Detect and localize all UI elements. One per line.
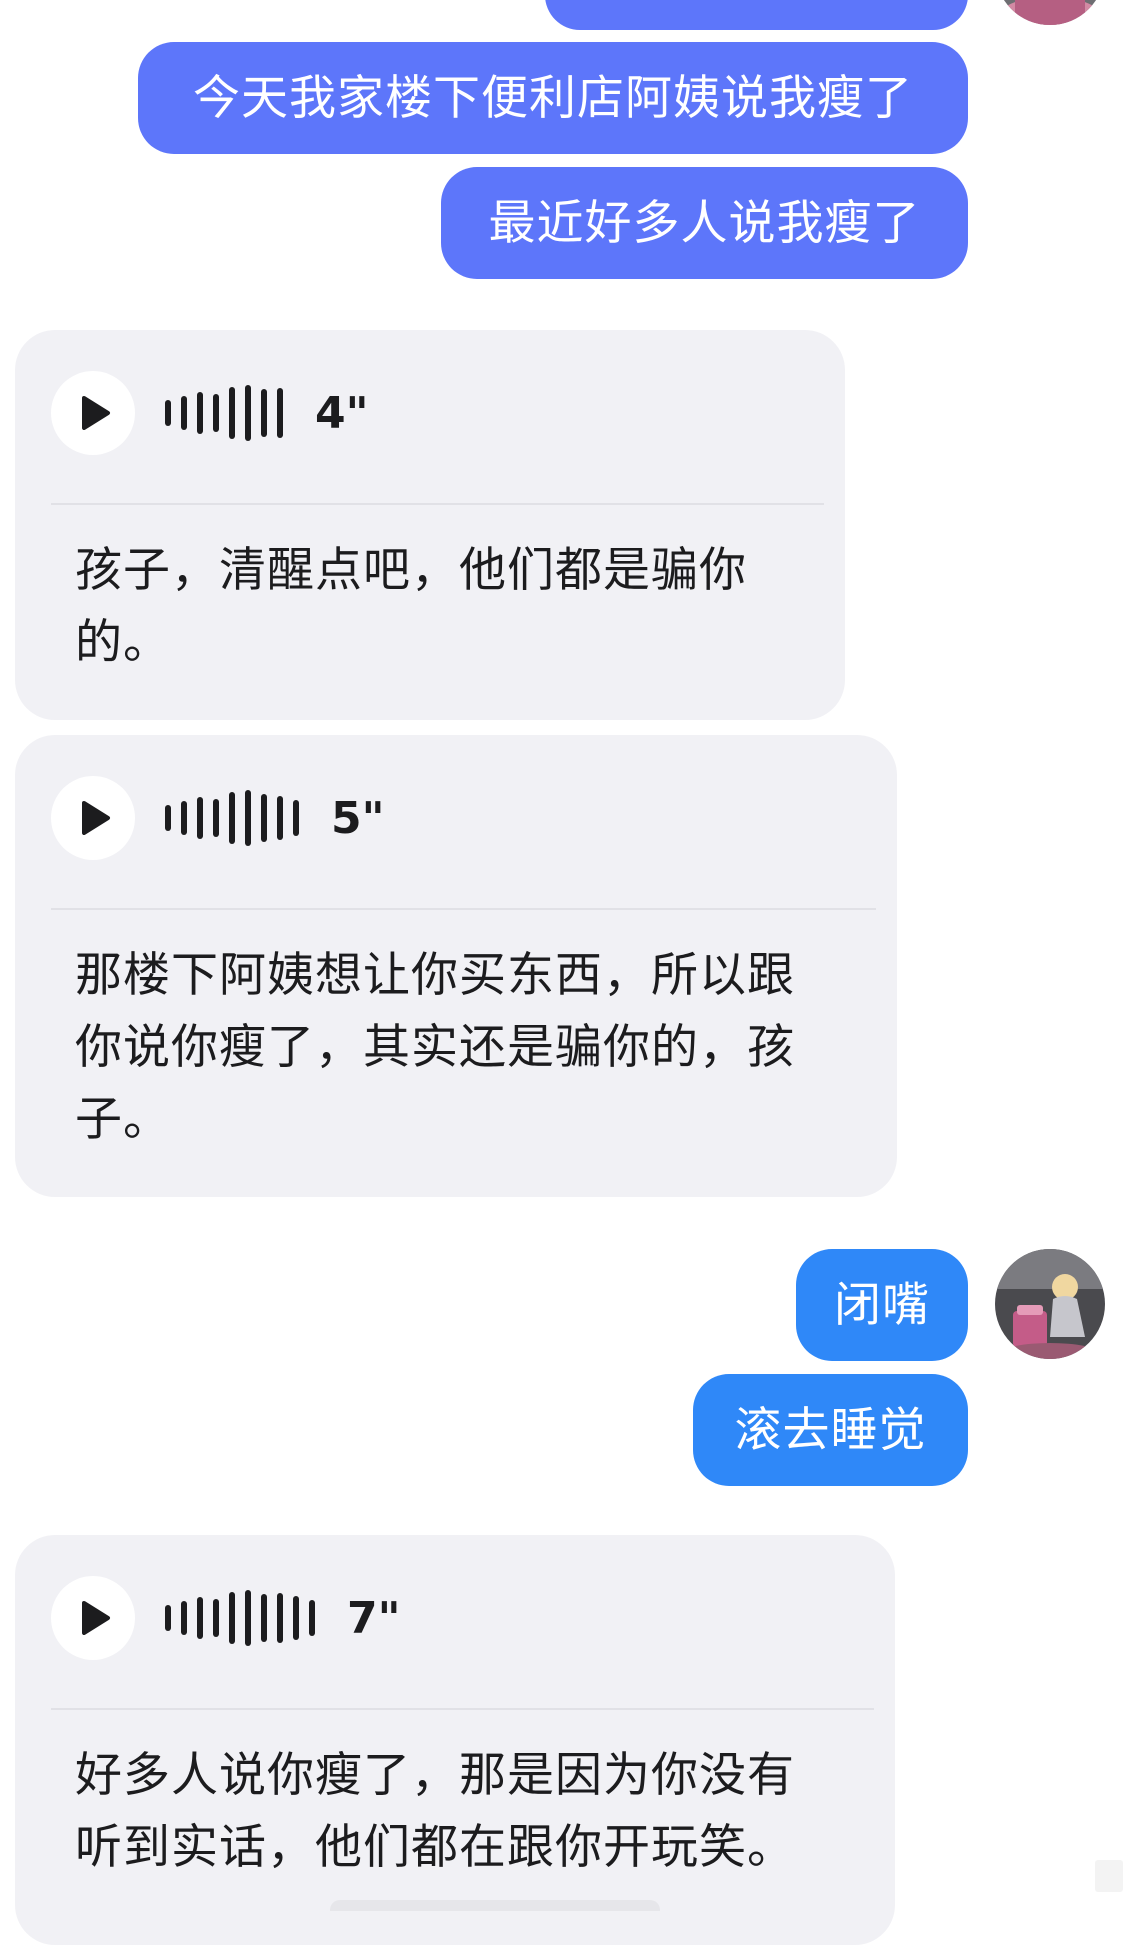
play-button[interactable] [51, 371, 135, 455]
divider [51, 908, 876, 910]
voice-player: 4" [51, 371, 369, 455]
transcript-text: 那楼下阿姨想让你买东西，所以跟 你说你瘦了，其实还是骗你的，孩 子。 [75, 948, 795, 1147]
message-text: 今天我家楼下便利店阿姨说我瘦了 [193, 70, 913, 126]
play-icon [81, 396, 110, 430]
voice-player: 5" [51, 776, 385, 860]
play-icon [81, 801, 110, 835]
voice-waveform-icon [165, 788, 309, 848]
voice-message-bubble-incoming[interactable]: 4" 孩子，清醒点吧，他们都是骗你 的。 [15, 330, 845, 720]
voice-player: 7" [51, 1576, 401, 1660]
transcript-text: 孩子，清醒点吧，他们都是骗你 的。 [75, 543, 747, 670]
voice-message-bubble-incoming[interactable]: 7" 好多人说你瘦了，那是因为你没有 听到实话，他们都在跟你开玩笑。 [15, 1535, 895, 1945]
scroll-indicator [1095, 1860, 1123, 1892]
user-avatar-partial[interactable] [995, 0, 1105, 25]
message-bubble-outgoing[interactable]: 滚去睡觉 [693, 1374, 968, 1486]
voice-waveform-icon [165, 1588, 325, 1648]
voice-duration: 5" [331, 792, 385, 844]
message-bubble-outgoing-partial[interactable] [545, 0, 968, 30]
play-icon [81, 1601, 110, 1635]
voice-waveform-icon [165, 383, 293, 443]
voice-duration: 4" [315, 387, 369, 439]
message-bubble-outgoing[interactable]: 今天我家楼下便利店阿姨说我瘦了 [138, 42, 968, 154]
message-bubble-outgoing[interactable]: 最近好多人说我瘦了 [441, 167, 968, 279]
play-button[interactable] [51, 1576, 135, 1660]
bottom-sheet-handle [330, 1900, 660, 1911]
message-text: 滚去睡觉 [734, 1402, 927, 1458]
voice-duration: 7" [347, 1592, 401, 1644]
play-button[interactable] [51, 776, 135, 860]
message-text: 最近好多人说我瘦了 [488, 195, 921, 251]
divider [51, 503, 824, 505]
message-text: 闭嘴 [834, 1277, 930, 1333]
avatar-photo-icon [995, 0, 1105, 25]
divider [51, 1708, 874, 1710]
transcript-text: 好多人说你瘦了，那是因为你没有 听到实话，他们都在跟你开玩笑。 [75, 1748, 795, 1875]
user-avatar[interactable] [995, 1249, 1105, 1359]
message-bubble-outgoing[interactable]: 闭嘴 [796, 1249, 968, 1361]
voice-message-bubble-incoming[interactable]: 5" 那楼下阿姨想让你买东西，所以跟 你说你瘦了，其实还是骗你的，孩 子。 [15, 735, 897, 1197]
avatar-photo-icon [995, 1249, 1105, 1359]
